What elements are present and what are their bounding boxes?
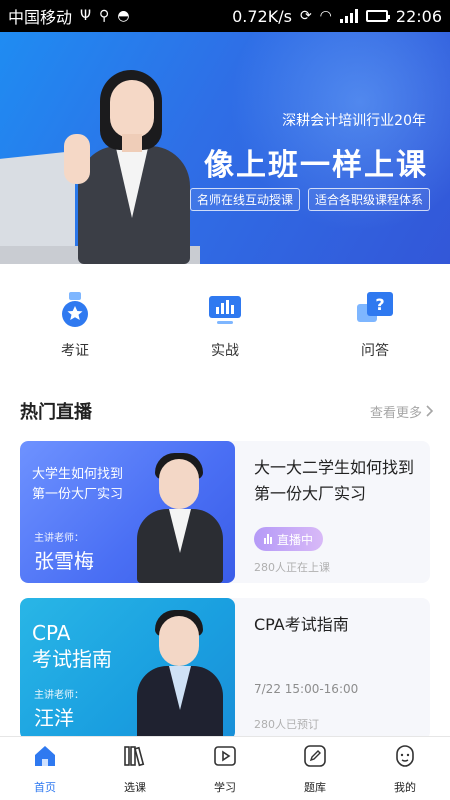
- network-speed: 0.72K/s: [232, 6, 292, 26]
- thumb-title-line: 大学生如何找到: [32, 467, 124, 482]
- signal-icon: [339, 9, 358, 23]
- section-title: 热门直播: [20, 402, 92, 423]
- course-time: 7/22 15:00-16:00: [254, 682, 359, 696]
- thumb-title-line: 考试指南: [32, 647, 112, 671]
- tab-label: 首页: [34, 781, 56, 794]
- thumb-title-line: 第一份大厂实习: [32, 487, 124, 502]
- course-thumbnail: 大学生如何找到 第一份大厂实习 主讲老师： 张雪梅: [20, 441, 235, 583]
- banner-tagline: 深耕会计培训行业20年: [282, 113, 426, 129]
- usb-icon: Ψ: [80, 8, 92, 24]
- course-thumbnail: CPA 考试指南 主讲老师： 汪洋: [20, 598, 235, 740]
- teacher-photo: [131, 451, 227, 583]
- quick-nav: 考证 实战 ? 问答: [0, 290, 450, 380]
- course-stat: 280人正在上课: [254, 561, 330, 574]
- medal-icon: [62, 292, 88, 327]
- clock: 22:06: [395, 6, 442, 26]
- hot-live-header: 热门直播 查看更多: [20, 396, 434, 426]
- quick-nav-label: 考证: [61, 343, 89, 359]
- carrier-name: 中国移动: [8, 8, 73, 27]
- banner-headline: 像上班一样上课: [204, 148, 428, 183]
- teacher-name: 张雪梅: [34, 549, 94, 573]
- tab-home[interactable]: 首页: [0, 737, 90, 800]
- tab-label: 学习: [214, 781, 236, 794]
- tab-study[interactable]: 学习: [180, 737, 270, 800]
- teacher-tag: 主讲老师：: [34, 533, 84, 544]
- tab-label: 选课: [124, 781, 146, 794]
- sync-icon: ⟳: [299, 8, 312, 24]
- presenter-photo: [60, 70, 200, 264]
- teacher-name: 汪洋: [34, 706, 74, 730]
- svg-text:?: ?: [375, 295, 384, 314]
- quick-nav-label: 问答: [361, 343, 389, 359]
- course-title: CPA考试指南: [254, 615, 349, 634]
- chevron-right-icon: [426, 405, 434, 417]
- play-icon: [214, 746, 236, 766]
- profile-icon: [396, 745, 414, 767]
- live-bars-icon: [264, 534, 272, 544]
- books-icon: [124, 746, 145, 767]
- live-course-card[interactable]: 大学生如何找到 第一份大厂实习 主讲老师： 张雪梅 大一大二学生如何找到第一份大…: [20, 441, 430, 583]
- banner-pill: 适合各职级课程体系: [307, 188, 430, 211]
- live-status-badge: 直播中: [254, 527, 324, 551]
- quick-nav-label: 实战: [211, 343, 239, 359]
- thumb-title-line: CPA: [32, 621, 71, 645]
- course-title: 大一大二学生如何找到第一份大厂实习: [254, 458, 415, 503]
- teacher-tag: 主讲老师：: [34, 690, 84, 701]
- tab-courses[interactable]: 选课: [90, 737, 180, 800]
- tab-label: 题库: [304, 781, 326, 794]
- teacher-photo: [131, 608, 227, 740]
- home-icon: [35, 746, 55, 766]
- course-stat: 280人已预订: [254, 718, 319, 731]
- quick-nav-practice[interactable]: 实战: [150, 290, 300, 380]
- status-bar: 中国移动 Ψ ⚲ ◓ 0.72K/s ⟳ ◠ 22:06: [0, 0, 450, 32]
- promo-banner[interactable]: 深耕会计培训行业20年 像上班一样上课 名师在线互动授课 适合各职级课程体系: [0, 32, 450, 264]
- tab-profile[interactable]: 我的: [360, 737, 450, 800]
- tab-question-bank[interactable]: 题库: [270, 737, 360, 800]
- chart-monitor-icon: [209, 296, 241, 324]
- question-chat-icon: ?: [357, 292, 393, 322]
- live-course-card[interactable]: CPA 考试指南 主讲老师： 汪洋 CPA考试指南 7/22 15:00-16:…: [20, 598, 430, 740]
- tab-label: 我的: [394, 781, 416, 794]
- android-icon: ◓: [117, 8, 130, 24]
- edit-icon: [304, 745, 326, 767]
- see-more-link[interactable]: 查看更多: [370, 402, 434, 421]
- wifi-icon: ◠: [319, 8, 332, 24]
- usb-debug-icon: ⚲: [99, 8, 110, 24]
- bottom-tab-bar: 首页 选课 学习 题库 我的: [0, 736, 450, 800]
- battery-icon: [365, 10, 390, 22]
- quick-nav-certificate[interactable]: 考证: [0, 290, 150, 380]
- quick-nav-qa[interactable]: ? 问答: [300, 290, 450, 380]
- banner-pill: 名师在线互动授课: [189, 188, 300, 211]
